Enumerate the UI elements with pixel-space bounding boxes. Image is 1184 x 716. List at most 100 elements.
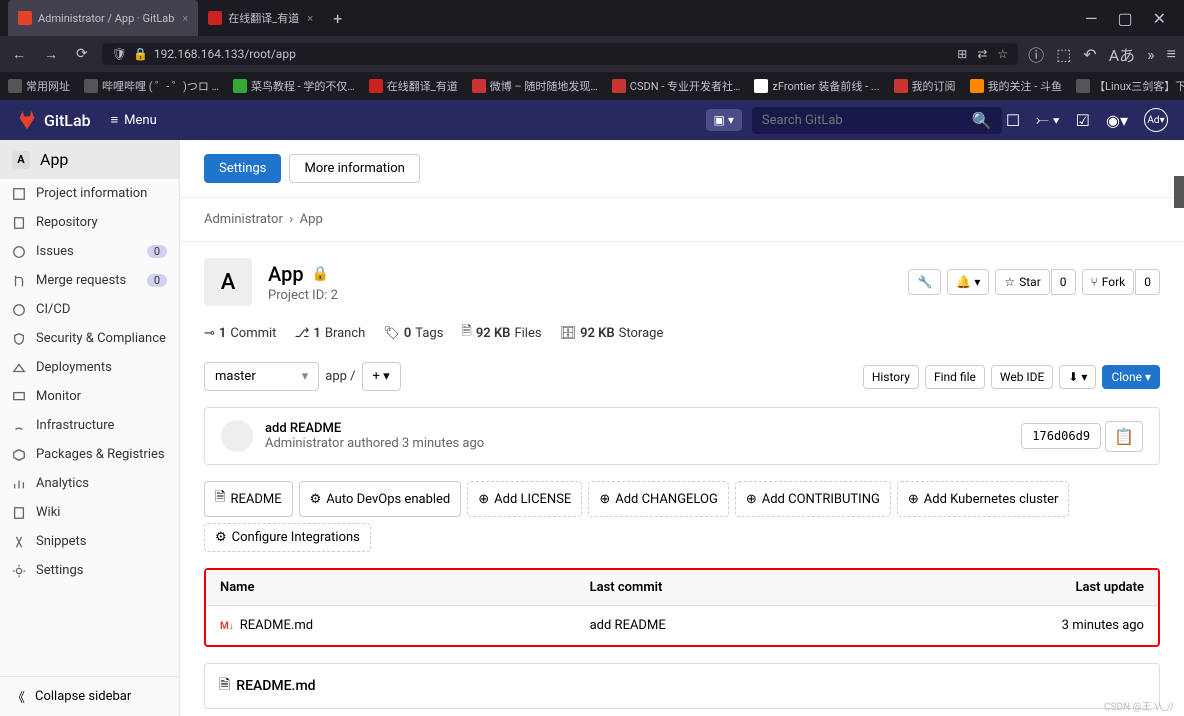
sidebar-item-monitor[interactable]: Monitor	[0, 382, 179, 411]
new-button[interactable]: ▣ ▾	[706, 109, 742, 131]
readme-chip[interactable]: 🗎 README	[204, 481, 293, 517]
menu-button[interactable]: ≡ Menu	[111, 112, 157, 128]
autodevops-chip[interactable]: ⚙ Auto DevOps enabled	[299, 481, 462, 517]
search-input[interactable]	[752, 107, 1002, 134]
issues-badge: 0	[147, 245, 167, 258]
browser-tab-active[interactable]: Administrator / App · GitLab ×	[8, 0, 198, 36]
close-window-icon[interactable]: ✕	[1153, 9, 1166, 28]
sidebar-item-cicd[interactable]: CI/CD	[0, 295, 179, 324]
reload-button[interactable]: ⟳	[72, 42, 92, 66]
sidebar-item-repository[interactable]: Repository	[0, 208, 179, 237]
close-icon[interactable]: ×	[307, 12, 313, 25]
bookmark-item[interactable]: 哔哩哔哩 ( ゜- ゜)つロ …	[84, 78, 219, 94]
bookmark-item[interactable]: 我的订阅	[894, 78, 956, 94]
notification-button[interactable]: 🔔 ▾	[947, 269, 989, 295]
add-contributing-chip[interactable]: ⊕ Add CONTRIBUTING	[735, 481, 891, 517]
bookmark-item[interactable]: 微博 – 随时随地发现…	[472, 78, 598, 94]
back-button[interactable]: ←	[8, 42, 30, 67]
configure-integrations-chip[interactable]: ⚙ Configure Integrations	[204, 523, 371, 552]
sidebar-item-wiki[interactable]: Wiki	[0, 498, 179, 527]
find-file-button[interactable]: Find file	[925, 365, 985, 389]
user-avatar[interactable]: Ad ▾	[1144, 108, 1168, 132]
watermark: CSDN @王 \\_//	[1104, 698, 1174, 713]
clone-button[interactable]: Clone ▾	[1102, 365, 1160, 389]
forward-button[interactable]: →	[40, 42, 62, 67]
sidebar-item-issues[interactable]: Issues0	[0, 237, 179, 266]
close-icon[interactable]: ×	[182, 12, 188, 25]
issues-icon[interactable]: ☐	[1006, 111, 1020, 130]
url-bar[interactable]: 🛡 🔒 192.168.164.133/root/app ⊞ ⇄ ☆	[102, 43, 1018, 65]
stat-branches[interactable]: ⎇ 1 Branch	[294, 322, 365, 344]
bookmark-item[interactable]: 【Linux三剑客】下载…	[1076, 78, 1184, 94]
window-controls: — ▢ ✕	[1085, 9, 1176, 28]
add-kubernetes-chip[interactable]: ⊕ Add Kubernetes cluster	[897, 481, 1070, 517]
bookmark-item[interactable]: 菜鸟教程 - 学的不仅…	[233, 78, 355, 94]
stat-files[interactable]: 🗎 92 KB Files	[461, 322, 541, 344]
download-button[interactable]: ⬇ ▾	[1059, 365, 1096, 389]
sidebar-item-packages[interactable]: Packages & Registries	[0, 440, 179, 469]
breadcrumb-project[interactable]: App	[300, 212, 323, 227]
copy-sha-button[interactable]: 📋	[1105, 421, 1143, 452]
web-ide-button[interactable]: Web IDE	[991, 365, 1054, 389]
maximize-icon[interactable]: ▢	[1117, 9, 1132, 28]
bookmark-item[interactable]: 常用网址	[8, 78, 70, 94]
chips-row: 🗎 README ⚙ Auto DevOps enabled ⊕ Add LIC…	[204, 481, 1160, 552]
last-commit-box: add README Administrator authored 3 minu…	[204, 407, 1160, 465]
more-info-button[interactable]: More information	[289, 154, 419, 183]
add-changelog-chip[interactable]: ⊕ Add CHANGELOG	[588, 481, 729, 517]
branch-selector[interactable]: master ▾	[204, 362, 319, 391]
commit-title[interactable]: add README	[265, 421, 1021, 436]
project-name: App	[40, 150, 68, 169]
star-icon[interactable]: ☆	[997, 47, 1008, 61]
commit-sha[interactable]: 176d06d9	[1021, 423, 1101, 449]
bookmark-item[interactable]: zFrontier 装备前线 - ...	[754, 78, 879, 94]
settings-button[interactable]: Settings	[204, 154, 281, 183]
minimize-icon[interactable]: —	[1085, 9, 1098, 28]
stat-tags[interactable]: 🏷 0 Tags	[383, 322, 443, 344]
sidebar-project-header[interactable]: A App	[0, 140, 179, 179]
search-icon[interactable]: 🔍	[972, 111, 992, 130]
translate-ext-icon[interactable]: Aあ	[1109, 42, 1135, 66]
merge-icon[interactable]: ⤚ ▾	[1036, 110, 1060, 130]
tab-title: Administrator / App · GitLab	[38, 12, 174, 25]
sidebar-item-analytics[interactable]: Analytics	[0, 469, 179, 498]
breadcrumb-admin[interactable]: Administrator	[204, 212, 283, 227]
sidebar-item-infrastructure[interactable]: Infrastructure	[0, 411, 179, 440]
collapse-sidebar-button[interactable]: 《 Collapse sidebar	[0, 676, 179, 716]
fork-button[interactable]: ⑂ Fork	[1082, 269, 1135, 295]
menu-icon[interactable]: ≡	[1167, 44, 1176, 64]
sidebar-item-merge-requests[interactable]: Merge requests0	[0, 266, 179, 295]
wrench-button[interactable]: 🔧	[908, 269, 941, 295]
extension-icon[interactable]: ⬚	[1056, 45, 1071, 64]
translate-icon[interactable]: ⇄	[977, 47, 987, 61]
help-icon[interactable]: ◉▾	[1106, 111, 1128, 130]
sidebar-item-deployments[interactable]: Deployments	[0, 353, 179, 382]
sidebar-item-project-info[interactable]: Project information	[0, 179, 179, 208]
stat-commits[interactable]: ⊸ 1 Commit	[204, 322, 276, 344]
add-dropdown[interactable]: + ▾	[362, 362, 401, 391]
bookmark-item[interactable]: 我的关注 - 斗鱼	[970, 78, 1063, 94]
project-avatar: A	[204, 258, 252, 306]
stat-storage[interactable]: 🗄 92 KB Storage	[560, 322, 664, 344]
gitlab-header: GitLab ≡ Menu ▣ ▾ 🔍 ☐ ⤚ ▾ ☑ ◉▾ Ad ▾	[0, 100, 1184, 140]
side-drawer-tab[interactable]	[1174, 176, 1184, 208]
undo-icon[interactable]: ↶	[1083, 45, 1096, 64]
file-row[interactable]: M↓README.md add README 3 minutes ago	[206, 606, 1158, 645]
new-tab-button[interactable]: +	[333, 9, 342, 28]
todos-icon[interactable]: ☑	[1076, 111, 1090, 130]
gitlab-logo-icon	[16, 109, 38, 131]
sidebar-item-security[interactable]: Security & Compliance	[0, 324, 179, 353]
history-button[interactable]: History	[863, 365, 919, 389]
browser-tab[interactable]: 在线翻译_有道 ×	[198, 0, 323, 36]
controls-row: master ▾ app / + ▾ History Find file Web…	[204, 362, 1160, 391]
add-license-chip[interactable]: ⊕ Add LICENSE	[467, 481, 582, 517]
nav-right: ⓘ ⬚ ↶ Aあ » ≡	[1028, 42, 1176, 66]
sidebar-item-settings[interactable]: Settings	[0, 556, 179, 585]
sidebar-item-snippets[interactable]: Snippets	[0, 527, 179, 556]
qr-icon[interactable]: ⊞	[957, 47, 967, 61]
bookmark-item[interactable]: CSDN - 专业开发者社…	[612, 78, 741, 94]
overflow-icon[interactable]: »	[1147, 45, 1155, 64]
info-icon[interactable]: ⓘ	[1028, 42, 1044, 66]
star-button[interactable]: ☆ Star	[995, 269, 1049, 295]
bookmark-item[interactable]: 在线翻译_有道	[369, 78, 458, 94]
